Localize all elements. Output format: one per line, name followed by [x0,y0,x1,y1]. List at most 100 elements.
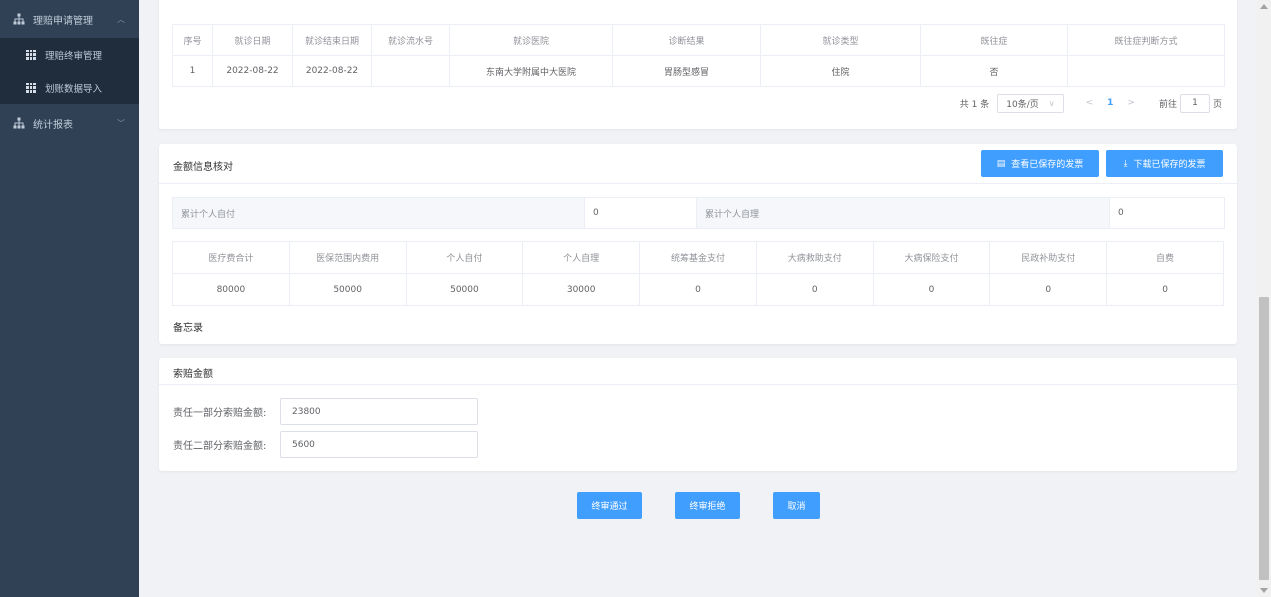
table-cell: 1 [172,55,213,87]
summary-label: 累计个人自理 [696,197,1110,229]
column-header: 医保范围内费用 [288,241,407,274]
claim-field-row: 责任二部分索赔金额: [173,431,478,458]
sidebar-item-final-review[interactable]: 理赔终审管理 [0,38,139,71]
table-icon [26,82,36,93]
table-header-row: 序号 就诊日期 就诊结束日期 就诊流水号 就诊医院 诊断结果 就诊类型 既往症 … [172,24,1225,56]
scroll-down-arrow-icon[interactable] [1260,588,1268,593]
sidebar-item-label: 理赔终审管理 [45,50,103,62]
table-cell [371,55,450,87]
card-title: 索赔金额 [173,369,213,380]
column-header: 自费 [1106,241,1224,274]
sidebar: 理赔申请管理 ︿ 理赔终审管理 划账数据导入 统计报表 ﹀ [0,0,139,597]
sitemap-icon [13,13,25,25]
button-label: 下载已保存的发票 [1133,160,1206,170]
goto-suffix: 页 [1212,99,1222,110]
sidebar-group-statistics[interactable]: 统计报表 ﹀ [0,104,139,142]
sidebar-item-transfer-import[interactable]: 划账数据导入 [0,71,139,104]
summary-label: 累计个人自付 [172,197,585,229]
column-header: 医疗费合计 [172,241,290,274]
claim-field-row: 责任一部分索赔金额: [173,398,478,425]
sidebar-group-label: 理赔申请管理 [33,15,93,27]
table-cell: 0 [1106,273,1224,306]
summary-table: 累计个人自付 0 累计个人自理 0 [172,197,1225,229]
column-header: 就诊结束日期 [292,24,372,56]
prev-page-button[interactable]: < [1086,98,1094,108]
table-cell: 2022-08-22 [212,55,293,87]
field-label: 责任二部分索赔金额: [173,441,267,452]
card-title: 金额信息核对 [173,162,233,173]
summary-value: 0 [1109,197,1225,229]
sidebar-item-label: 划账数据导入 [45,83,103,95]
column-header: 统筹基金支付 [639,241,757,274]
page-size-value: 10条/页 [1006,99,1039,110]
approve-button[interactable]: 终审通过 [577,492,642,519]
document-icon: ▤ [996,158,1006,169]
page-number-1[interactable]: 1 [1107,98,1113,108]
column-header: 就诊流水号 [371,24,450,56]
table-cell: 否 [920,55,1068,87]
column-header: 个人自理 [522,241,641,274]
table-cell: 50000 [288,273,407,306]
download-saved-invoice-button[interactable]: ⤓ 下载已保存的发票 [1106,150,1223,177]
column-header: 就诊类型 [760,24,921,56]
table-cell: 2022-08-22 [292,55,372,87]
column-header: 既往症判断方式 [1067,24,1225,56]
cancel-button[interactable]: 取消 [773,492,820,519]
summary-value: 0 [584,197,697,229]
table-row: 累计个人自付 0 累计个人自理 0 [172,197,1225,229]
chevron-up-icon: ︿ [117,14,125,24]
table-cell: 住院 [760,55,921,87]
table-row: 1 2022-08-22 2022-08-22 东南大学附属中大医院 胃肠型感冒… [172,55,1225,87]
table-cell: 0 [872,273,991,306]
table-cell: 50000 [405,273,524,306]
table-cell: 0 [639,273,757,306]
memo-label: 备忘录 [173,323,203,334]
table-cell [1067,55,1225,87]
field-label: 责任一部分索赔金额: [173,408,267,419]
column-header: 大病救助支付 [755,241,874,274]
column-header: 诊断结果 [612,24,761,56]
main-content: 序号 就诊日期 就诊结束日期 就诊流水号 就诊医院 诊断结果 就诊类型 既往症 … [139,0,1257,597]
scrollbar-thumb[interactable] [1259,297,1269,580]
sidebar-group-claim-application[interactable]: 理赔申请管理 ︿ [0,0,139,38]
table-cell: 东南大学附属中大医院 [449,55,613,87]
visit-records-table: 序号 就诊日期 就诊结束日期 就诊流水号 就诊医院 诊断结果 就诊类型 既往症 … [172,24,1225,87]
sidebar-submenu: 理赔终审管理 划账数据导入 [0,38,139,104]
goto-page-input[interactable]: 1 [1179,93,1210,113]
chevron-down-icon: ∨ [1048,98,1055,108]
sitemap-icon [13,117,25,129]
chevron-down-icon: ﹀ [117,118,125,128]
vertical-scrollbar[interactable] [1257,0,1271,597]
next-page-button[interactable]: > [1127,98,1135,108]
claim-amount-card: 索赔金额 责任一部分索赔金额: 责任二部分索赔金额: [159,358,1237,471]
column-header: 就诊医院 [449,24,613,56]
goto-prefix: 前往 [1158,99,1177,110]
pagination-total: 共 1 条 [959,99,990,110]
amount-info-card: 金额信息核对 ▤ 查看已保存的发票 ⤓ 下载已保存的发票 累计个人自付 0 累计… [159,144,1237,344]
scroll-up-arrow-icon[interactable] [1260,4,1268,9]
reject-button[interactable]: 终审拒绝 [675,492,740,519]
sidebar-group-label: 统计报表 [33,119,73,131]
button-label: 查看已保存的发票 [1011,160,1084,170]
column-header: 就诊日期 [212,24,293,56]
column-header: 民政补助支付 [989,241,1108,274]
card-header: 索赔金额 [159,358,1237,385]
visit-records-card: 序号 就诊日期 就诊结束日期 就诊流水号 就诊医院 诊断结果 就诊类型 既往症 … [159,0,1237,129]
liability-one-claim-input[interactable] [280,398,478,425]
view-saved-invoice-button[interactable]: ▤ 查看已保存的发票 [981,150,1099,177]
page-size-select[interactable]: 10条/页 ∨ [997,93,1064,113]
table-cell: 80000 [172,273,290,306]
table-header-row: 医疗费合计 医保范围内费用 个人自付 个人自理 统筹基金支付 大病救助支付 大病… [172,241,1224,274]
column-header: 既往症 [920,24,1068,56]
table-cell: 30000 [522,273,641,306]
liability-two-claim-input[interactable] [280,431,478,458]
amount-table: 医疗费合计 医保范围内费用 个人自付 个人自理 统筹基金支付 大病救助支付 大病… [172,241,1224,306]
pagination: 共 1 条 10条/页 ∨ < 1 > 前往 1 页 [960,93,1222,113]
column-header: 序号 [172,24,213,56]
table-row: 80000 50000 50000 30000 0 0 0 0 0 [172,273,1224,306]
download-icon: ⤓ [1123,158,1128,169]
column-header: 个人自付 [405,241,524,274]
table-icon [26,49,36,60]
table-cell: 0 [755,273,874,306]
card-header: 金额信息核对 ▤ 查看已保存的发票 ⤓ 下载已保存的发票 [159,144,1237,184]
